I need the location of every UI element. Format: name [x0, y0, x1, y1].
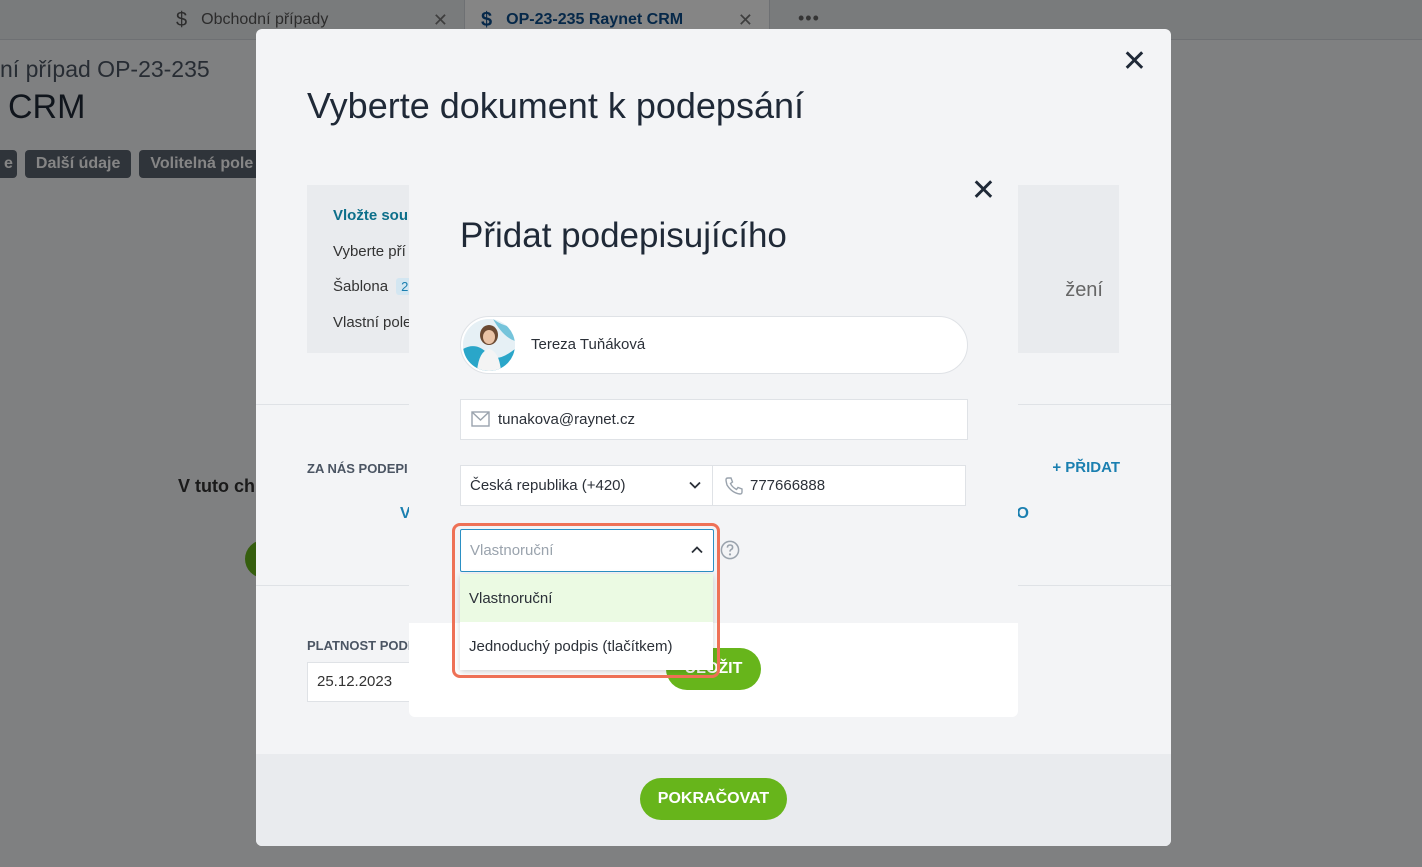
partial-text: žení: [1065, 279, 1103, 301]
avatar: [463, 319, 515, 371]
chevron-down-icon: [688, 478, 702, 497]
contact-name: Tereza Tuňáková: [531, 336, 646, 353]
country-code-select[interactable]: Česká republika (+420): [460, 465, 713, 506]
phone-value: 777666888: [750, 477, 826, 494]
close-icon[interactable]: ✕: [1122, 47, 1147, 77]
country-value: Česká republika (+420): [470, 477, 626, 494]
add-signer-button[interactable]: + PŘIDAT: [1052, 459, 1120, 476]
phone-icon: [724, 476, 744, 501]
side-item-vlastni-pole[interactable]: Vlastní pole: [333, 314, 411, 331]
modal-title: Přidat podepisujícího: [460, 216, 787, 255]
help-icon[interactable]: [720, 540, 740, 565]
side-item-sablona[interactable]: Šablona 2: [333, 278, 414, 295]
side-item-vyberte[interactable]: Vyberte pří: [333, 243, 406, 260]
email-value: tunakova@raynet.cz: [498, 411, 635, 428]
validity-label: PLATNOST PODP: [307, 638, 417, 653]
side-item-vlozte-soubor[interactable]: Vložte soub: [333, 207, 417, 224]
partial-link-right[interactable]: O: [1017, 505, 1029, 523]
highlight-frame: [452, 523, 720, 678]
contact-selector[interactable]: Tereza Tuňáková: [460, 316, 968, 374]
continue-button[interactable]: POKRAČOVAT: [640, 778, 787, 820]
modal-title: Vyberte dokument k podepsání: [307, 85, 804, 126]
phone-field[interactable]: 777666888: [712, 465, 966, 506]
mail-icon: [471, 411, 490, 432]
close-icon[interactable]: ✕: [971, 176, 996, 206]
email-field[interactable]: tunakova@raynet.cz: [460, 399, 968, 440]
our-signers-label: ZA NÁS PODEPI: [307, 461, 408, 476]
side-item-label: Šablona: [333, 278, 389, 295]
